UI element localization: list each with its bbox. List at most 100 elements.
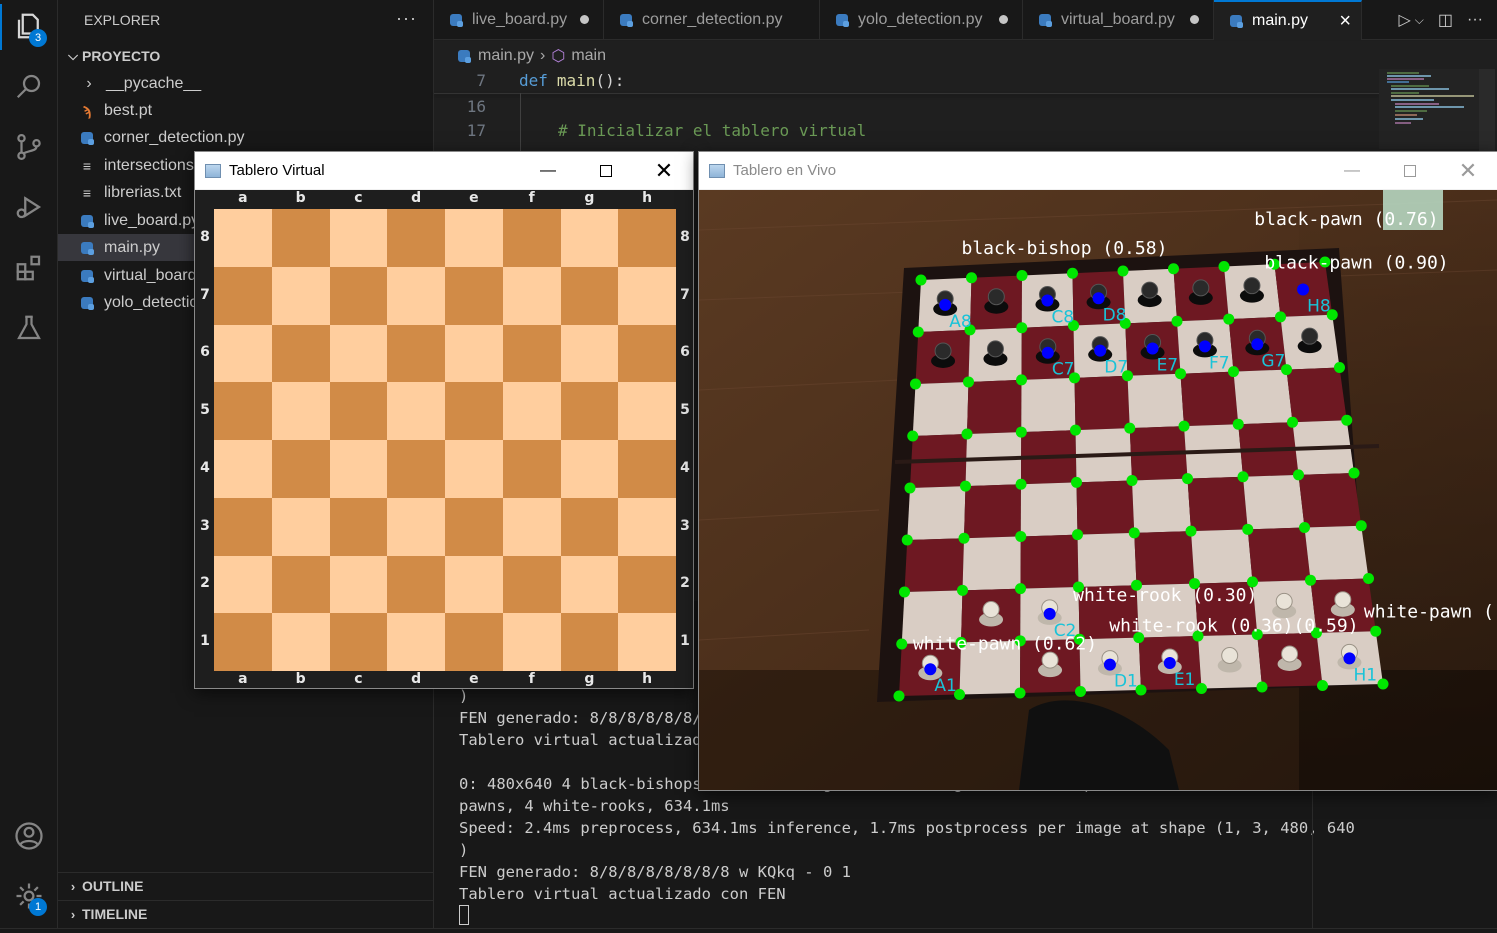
file-label: f — [528, 190, 535, 206]
board-square — [445, 382, 503, 440]
corner-point — [960, 480, 971, 492]
rank-label: 2 — [200, 575, 210, 592]
timeline-header[interactable]: › TIMELINE — [58, 901, 434, 927]
tab-label: live_board.py — [472, 11, 568, 28]
board-square — [445, 497, 503, 556]
corner-point — [1015, 530, 1027, 542]
settings-badge: 1 — [29, 898, 47, 916]
board-square — [618, 324, 676, 383]
more-actions-icon[interactable]: ··· — [1467, 11, 1483, 29]
board-square — [329, 440, 388, 498]
maximize-button[interactable] — [1381, 152, 1439, 189]
black-piece — [1192, 279, 1210, 297]
file-label: e — [469, 671, 479, 687]
file-label: b — [295, 671, 306, 687]
chessboard-grid — [214, 209, 676, 671]
live-square — [967, 379, 1022, 435]
breadcrumb-symbol[interactable]: main — [571, 47, 606, 65]
tree-item-label: librerias.txt — [104, 183, 182, 201]
tab-label: corner_detection.py — [642, 11, 783, 28]
tree-item-corner-detection[interactable]: corner_detection.py — [58, 124, 434, 151]
testing-icon[interactable] — [9, 308, 49, 348]
corner-point — [1232, 418, 1244, 430]
tree-item-label: __pycache__ — [106, 74, 202, 92]
square-label: F7 — [1209, 353, 1230, 373]
corner-point — [1305, 574, 1316, 586]
corner-point — [1071, 476, 1082, 488]
corner-point — [1178, 420, 1190, 432]
tree-item-pycache[interactable]: › __pycache__ — [58, 70, 434, 97]
tab-virtual-board[interactable]: virtual_board.py — [1023, 0, 1214, 40]
extensions-icon[interactable] — [9, 248, 49, 288]
white-piece — [1334, 591, 1352, 609]
maximize-button[interactable] — [577, 152, 635, 189]
breadcrumb-file[interactable]: main.py — [478, 47, 534, 65]
run-icon[interactable]: ▷ — [1398, 10, 1410, 30]
piece-center-point — [1041, 294, 1054, 307]
project-folder-header[interactable]: ⌵ PROYECTO — [58, 43, 434, 69]
board-square — [560, 382, 619, 440]
source-control-icon[interactable] — [9, 127, 49, 167]
rank-label: 1 — [200, 633, 210, 650]
live-square — [1180, 371, 1239, 427]
board-square — [560, 555, 619, 614]
board-square — [214, 613, 272, 671]
virtual-board-window[interactable]: Tablero Virtual — ✕ a a b b c c d d e e f f g g h h 8 8 7 7… — [194, 151, 694, 689]
rank-label: 1 — [680, 633, 690, 650]
board-square — [387, 440, 445, 498]
board-square — [271, 266, 330, 325]
close-button[interactable]: ✕ — [635, 152, 693, 189]
live-square — [1074, 375, 1130, 431]
breadcrumb: main.py › ⬡ main — [458, 46, 606, 66]
chevron-right-icon: › — [86, 74, 92, 92]
file-label: h — [642, 671, 653, 687]
camera-feed: A8 C8 D8 E7 C7 D7 F7 G7 H8 C2 A1 D1 E1 H1 black-bishop… — [699, 190, 1497, 790]
square-label: D8 — [1103, 305, 1127, 325]
tab-main[interactable]: main.py × — [1214, 0, 1362, 40]
run-debug-icon[interactable] — [9, 187, 49, 227]
minimize-button[interactable]: — — [519, 152, 577, 189]
detection-label: white-pawn ( — [1364, 602, 1494, 623]
detection-label: white-rook (0.30) — [1073, 585, 1257, 606]
search-icon[interactable] — [9, 66, 49, 106]
close-button[interactable]: ✕ — [1439, 152, 1497, 189]
board-square — [560, 209, 619, 267]
board-square — [502, 440, 561, 498]
corner-point — [1275, 311, 1286, 323]
tab-live-board[interactable]: live_board.py — [434, 0, 604, 40]
board-square — [387, 555, 445, 614]
window-titlebar[interactable]: Tablero en Vivo — ✕ — [699, 152, 1497, 189]
corner-point — [899, 586, 910, 598]
board-square — [329, 209, 388, 267]
square-label: E7 — [1157, 356, 1179, 376]
split-editor-icon[interactable]: ◫ — [1438, 10, 1453, 30]
corner-point — [958, 532, 970, 544]
board-square — [329, 555, 388, 614]
rank-label: 8 — [680, 228, 690, 245]
live-board-window[interactable]: Tablero en Vivo — ✕ A8 C8 D8 E7 C7 D7 F7… — [698, 151, 1497, 791]
corner-point — [1182, 473, 1193, 485]
terminal-line: Speed: 2.4ms preprocess, 634.1ms inferen… — [459, 819, 1355, 837]
tab-corner-detection[interactable]: corner_detection.py — [604, 0, 820, 40]
tree-item-best-pt[interactable]: ϡ best.pt — [58, 97, 434, 124]
square-label: A8 — [949, 312, 971, 332]
minimap[interactable] — [1379, 69, 1479, 149]
more-actions-icon[interactable]: ··· — [396, 8, 417, 29]
board-square — [445, 209, 503, 267]
chevron-down-icon[interactable]: ⌵ — [1415, 13, 1424, 28]
detection-label: black-bishop (0.58) — [962, 238, 1168, 259]
accounts-icon[interactable] — [9, 816, 49, 856]
code-line: 7 def main (): — [434, 68, 624, 92]
corner-point — [1218, 261, 1230, 272]
close-icon[interactable]: × — [1339, 10, 1351, 33]
corner-point — [910, 378, 921, 390]
window-titlebar[interactable]: Tablero Virtual — ✕ — [195, 152, 693, 189]
board-square — [387, 613, 445, 671]
rank-label: 5 — [200, 402, 210, 419]
minimize-button[interactable]: — — [1323, 152, 1381, 189]
piece-center-point — [1163, 657, 1176, 670]
file-label: a — [238, 190, 248, 206]
black-piece — [986, 340, 1004, 358]
tab-yolo-detection[interactable]: yolo_detection.py — [820, 0, 1023, 40]
outline-header[interactable]: › OUTLINE — [58, 873, 434, 899]
